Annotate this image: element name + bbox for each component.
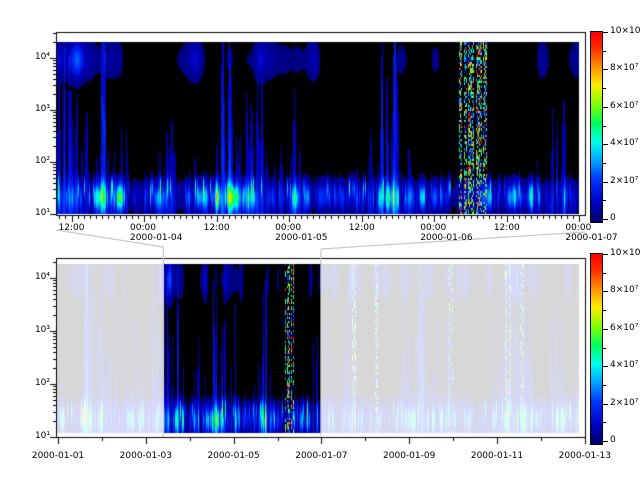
x-tick-date-label: 2000-01-04 [130,233,182,243]
colorbar-tick [603,254,608,255]
colorbar-minor-tick [603,422,606,423]
colorbar-minor-tick [603,348,606,349]
colorbar-tick-label: 0 [610,213,616,223]
colorbar-tick-label: 6×10⁷ [610,101,638,111]
x-tick-date-label: 2000-01-06 [420,233,472,243]
colorbar-tick-label: 2×10⁷ [610,176,638,186]
x-tick-label: 00:00 [565,223,591,233]
colorbar-tick [603,329,608,330]
colorbar-tick [603,219,608,220]
colorbar-minor-tick [603,273,606,274]
y-tick-label: 10² [26,156,50,166]
colorbar-tick [603,144,608,145]
y-tick-label: 10⁴ [26,272,50,282]
colorbar-minor-tick [603,200,606,201]
x-tick-date-label: 2000-01-05 [275,233,327,243]
x-tick-label: 00:00 [275,223,301,233]
x-tick-label: 00:00 [420,223,446,233]
colorbar-tick [603,366,608,367]
x-tick-date-label: 2000-01-07 [565,233,617,243]
x-tick-label: 00:00 [130,223,156,233]
x-tick-label: 2000-01-01 [32,451,84,461]
x-tick-label: 2000-01-09 [383,451,435,461]
colorbar-tick-label: 2×10⁷ [610,398,638,408]
x-tick-label: 12:00 [59,223,85,233]
x-tick-label: 2000-01-11 [471,451,523,461]
colorbar-tick-label: 8×10⁷ [610,285,638,295]
colorbar-tick-label: 6×10⁷ [610,323,638,333]
colorbar-tick-label: 10×10⁷ [610,26,640,36]
x-tick-label: 2000-01-13 [559,451,611,461]
colorbar-tick [603,32,608,33]
x-tick-label: 2000-01-03 [120,451,172,461]
colorbar-tick [603,441,608,442]
y-tick-label: 10³ [26,325,50,335]
colorbar-minor-tick [603,51,606,52]
colorbar-tick-label: 4×10⁷ [610,360,638,370]
x-tick-label: 12:00 [494,223,520,233]
colorbar-bottom [590,253,603,445]
y-tick-label: 10¹ [26,208,50,218]
y-tick-label: 10⁴ [26,52,50,62]
colorbar-minor-tick [603,126,606,127]
colorbar-tick [603,404,608,405]
x-tick-label: 2000-01-07 [295,451,347,461]
zoom-spectrogram-canvas [44,20,590,226]
colorbar-tick [603,182,608,183]
context-spectrogram-canvas [44,246,590,452]
y-tick-label: 10³ [26,104,50,114]
colorbar-minor-tick [603,88,606,89]
colorbar-top [590,31,603,223]
figure: 10¹10²10³10⁴12:0000:002000-01-0412:0000:… [0,0,640,480]
y-tick-label: 10² [26,378,50,388]
x-tick-label: 12:00 [349,223,375,233]
x-tick-label: 2000-01-05 [207,451,259,461]
colorbar-tick [603,291,608,292]
x-tick-label: 12:00 [204,223,230,233]
colorbar-tick-label: 4×10⁷ [610,138,638,148]
colorbar-tick-label: 10×10⁷ [610,248,640,258]
y-tick-label: 10¹ [26,431,50,441]
colorbar-minor-tick [603,310,606,311]
colorbar-tick [603,69,608,70]
colorbar-tick-label: 8×10⁷ [610,63,638,73]
colorbar-tick [603,107,608,108]
colorbar-minor-tick [603,163,606,164]
colorbar-tick-label: 0 [610,435,616,445]
colorbar-minor-tick [603,385,606,386]
